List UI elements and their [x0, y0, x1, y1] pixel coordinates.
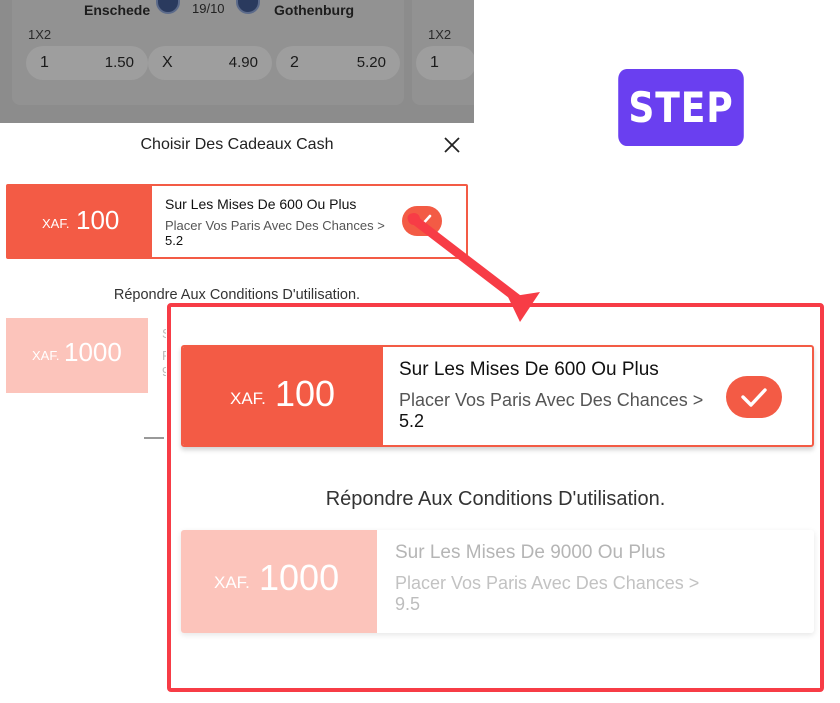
coupon-min-odds: 5.2: [399, 411, 425, 431]
odds-value: 4.90: [228, 54, 258, 71]
coupon-min-odds: 9.5: [395, 594, 421, 614]
checkmark-icon[interactable]: [726, 376, 782, 418]
step-badge: STEP 3: [618, 69, 744, 209]
odds-button-x[interactable]: X 4.90: [148, 46, 272, 80]
close-icon[interactable]: [443, 136, 461, 154]
odds-button-next[interactable]: 1: [416, 46, 474, 80]
coupon-amount: 100: [275, 373, 336, 414]
coupon-100[interactable]: XAF. 100 Sur Les Mises De 600 Ou Plus Pl…: [6, 184, 468, 259]
coupon-subtitle-fragment: P: [162, 348, 166, 363]
market-label: 1X2: [428, 27, 452, 42]
coupon-amount: 1000: [259, 557, 340, 598]
coupon-currency: XAF.: [214, 573, 250, 592]
away-team-crest-icon: [236, 0, 260, 14]
coupon-subtitle-text: Placer Vos Paris Avec Des Chances >: [395, 573, 700, 593]
market-label: 1X2: [28, 27, 52, 42]
zoom-coupon-100[interactable]: XAF. 100 Sur Les Mises De 600 Ou Plus Pl…: [181, 345, 814, 447]
terms-link[interactable]: Répondre Aux Conditions D'utilisation.: [171, 488, 820, 511]
odds-value: 1.50: [104, 54, 134, 71]
coupon-subtitle-text: Placer Vos Paris Avec Des Chances >: [165, 218, 385, 233]
divider: [144, 437, 164, 439]
sheet-title: Choisir Des Cadeaux Cash: [140, 136, 334, 153]
odds-button-2[interactable]: 2 5.20: [276, 46, 400, 80]
odds-key: 1: [40, 54, 49, 71]
coupon-amount: 1000: [64, 337, 122, 367]
zoom-coupon-1000[interactable]: XAF. 1000 Sur Les Mises De 9000 Ou Plus …: [181, 530, 814, 633]
coupon-amount-panel: XAF. 100: [183, 347, 383, 445]
odds-button-1[interactable]: 1 1.50: [26, 46, 148, 80]
coupon-subtitle: Placer Vos Paris Avec Des Chances > 5.2: [165, 218, 385, 248]
odds-key: 2: [290, 54, 299, 71]
coupon-title-fragment: S: [162, 326, 166, 341]
checkmark-icon[interactable]: [402, 206, 442, 236]
coupon-title: Sur Les Mises De 9000 Ou Plus: [395, 542, 666, 563]
coupon-title: Sur Les Mises De 600 Ou Plus: [399, 359, 659, 380]
home-team-name: Enschede: [84, 2, 151, 18]
home-team-crest-icon: [156, 0, 180, 14]
coupon-title: Sur Les Mises De 600 Ou Plus: [165, 196, 357, 212]
away-team-name: Gothenburg: [274, 2, 355, 18]
coupon-1000[interactable]: XAF. 1000 S P 9: [6, 318, 166, 393]
coupon-currency: XAF.: [42, 216, 70, 231]
odds-key: 1: [430, 54, 439, 71]
coupon-min-odds: 5.2: [165, 233, 184, 248]
match-card: Enschede 19/10 Gothenburg 1X2 1 1.50 X 4…: [12, 0, 404, 105]
terms-link[interactable]: Répondre Aux Conditions D'utilisation.: [0, 287, 474, 303]
zoom-highlight-box: XAF. 100 Sur Les Mises De 600 Ou Plus Pl…: [167, 303, 824, 692]
coupon-subtitle-text: Placer Vos Paris Avec Des Chances >: [399, 390, 704, 410]
coupon-subtitle: Placer Vos Paris Avec Des Chances > 5.2: [399, 390, 703, 432]
coupon-amount-panel: XAF. 1000: [6, 318, 148, 393]
coupon-amount-panel: XAF. 1000: [181, 530, 377, 633]
coupon-amount-panel: XAF. 100: [8, 186, 152, 257]
coupon-subtitle: Placer Vos Paris Avec Des Chances > 9.5: [395, 573, 699, 615]
odds-key: X: [162, 54, 173, 71]
match-card-next: 1X2 1: [412, 0, 474, 105]
coupon-odds-fragment: 9: [162, 364, 166, 379]
odds-value: 5.20: [356, 54, 386, 71]
coupon-currency: XAF.: [230, 389, 266, 408]
coupon-currency: XAF.: [32, 348, 60, 363]
match-overlay: Enschede 19/10 Gothenburg 1X2 1 1.50 X 4…: [0, 0, 474, 123]
match-date: 19/10: [192, 1, 225, 16]
coupon-amount: 100: [76, 205, 120, 235]
